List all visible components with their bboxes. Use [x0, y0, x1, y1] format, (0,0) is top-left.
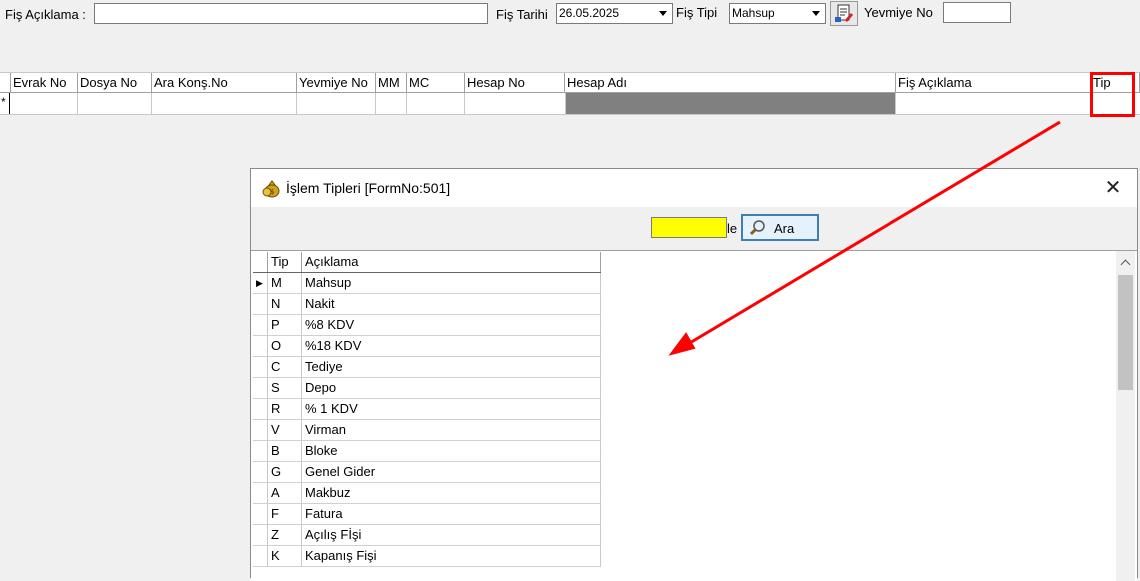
annotation-arrow [668, 120, 1061, 356]
